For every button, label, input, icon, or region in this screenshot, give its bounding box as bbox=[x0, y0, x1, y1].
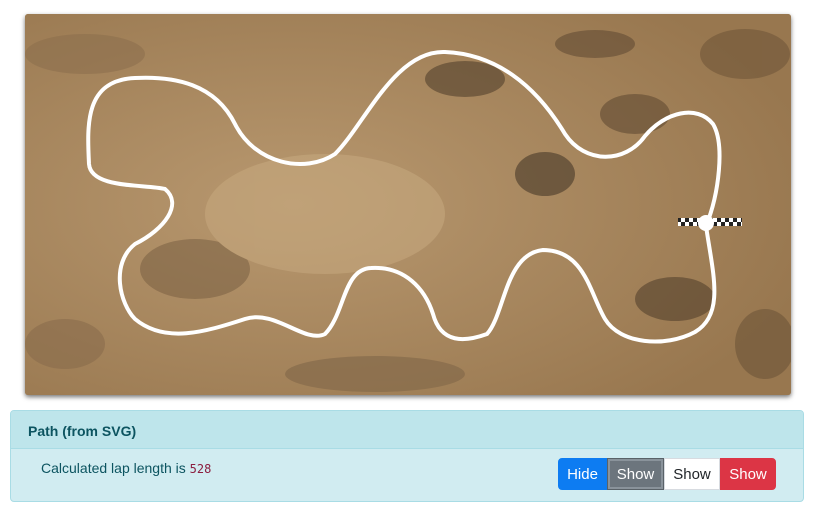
path-panel-body: Calculated lap length is 528 Hide Show S… bbox=[11, 449, 803, 501]
hide-button[interactable]: Hide bbox=[558, 458, 607, 490]
show-dark-button[interactable]: Show bbox=[607, 458, 664, 490]
lap-length-value: 528 bbox=[189, 462, 212, 476]
lap-length-text: Calculated lap length is 528 bbox=[41, 460, 211, 476]
track-map-svg bbox=[25, 14, 791, 395]
visibility-button-group: Hide Show Show Show bbox=[558, 458, 776, 490]
car-marker[interactable] bbox=[698, 215, 714, 231]
path-panel-title: Path (from SVG) bbox=[11, 411, 803, 449]
path-panel: Path (from SVG) Calculated lap length is… bbox=[10, 410, 804, 502]
track-map bbox=[25, 14, 791, 395]
show-red-button[interactable]: Show bbox=[720, 458, 776, 490]
lap-length-label: Calculated lap length is bbox=[41, 460, 186, 476]
show-light-button[interactable]: Show bbox=[664, 458, 720, 490]
